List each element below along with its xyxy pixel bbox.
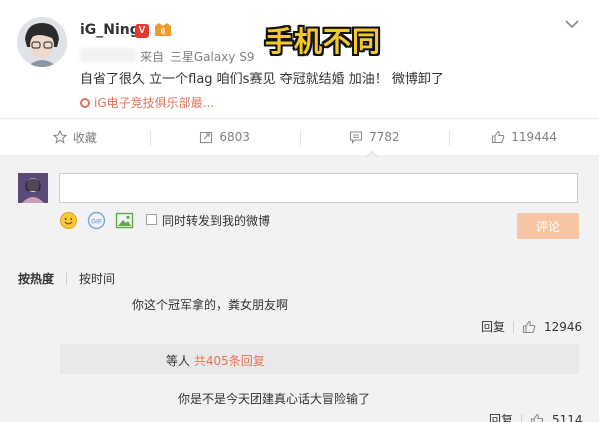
submit-comment-button[interactable]: 评论 [517, 213, 579, 239]
sub-replies-summary: 等人 共405条回复 [166, 352, 265, 369]
comment-text: 你是不是今天团建真心话大冒险输了 [178, 392, 371, 406]
repost-button[interactable]: 6803 [149, 119, 300, 155]
post-tag-label: iG电子竞技俱乐部最... [94, 96, 215, 110]
comment-like-count: 12946 [544, 319, 583, 334]
star-icon [52, 130, 67, 144]
member-level-icon[interactable]: 6 [153, 22, 175, 39]
repost-checkbox[interactable] [146, 214, 157, 225]
post-body: 自省了很久 立一个flag 咱们s赛见 夺冠就结婚 加油！ 微博卸了 [80, 72, 444, 87]
svg-text:GIF: GIF [91, 218, 102, 225]
gif-icon[interactable]: GIF [87, 211, 106, 230]
comment-icon [350, 131, 363, 144]
favorite-label: 收藏 [72, 130, 97, 145]
comment-input[interactable] [59, 173, 578, 203]
thumbs-up-icon[interactable] [530, 413, 544, 422]
reply-button[interactable]: 回复 [481, 318, 505, 335]
composer-toolbar: GIF [59, 211, 134, 230]
blurred-timestamp [80, 48, 136, 62]
emoji-icon[interactable] [59, 211, 78, 230]
sub-replies-prefix: 等人 [166, 354, 191, 368]
like-count: 119444 [511, 130, 558, 144]
post-topic-tag[interactable]: iG电子竞技俱乐部最... [80, 94, 214, 111]
post-source: 来自 三星Galaxy S9 [140, 48, 254, 65]
sort-by-time-tab[interactable]: 按时间 [79, 270, 115, 287]
comment-text: 你这个冠军拿的，粪女朋友啊 [132, 298, 289, 312]
comment-actions: 回复 5114 [489, 411, 583, 422]
verified-badge-icon: V [135, 24, 149, 38]
comment-count: 7782 [369, 130, 400, 144]
repost-icon [200, 131, 213, 144]
thumbs-up-icon [492, 130, 505, 144]
reply-button[interactable]: 回复 [489, 411, 513, 422]
thumbs-up-icon[interactable] [522, 320, 536, 334]
repost-count: 6803 [219, 130, 250, 144]
source-device[interactable]: 三星Galaxy S9 [170, 50, 255, 64]
post-action-bar: 收藏 6803 7782 119444 [0, 118, 599, 156]
comment-actions: 回复 12946 [481, 318, 582, 335]
repost-checkbox-label[interactable]: 同时转发到我的微博 [162, 212, 270, 229]
favorite-button[interactable]: 收藏 [0, 119, 150, 155]
image-icon[interactable] [115, 211, 134, 230]
comment-pointer-caret [366, 150, 378, 158]
overlay-caption: 手机不同 [265, 25, 382, 58]
svg-text:6: 6 [161, 27, 166, 36]
sort-by-hot-tab[interactable]: 按热度 [18, 270, 54, 287]
comment-like-count: 5114 [552, 412, 583, 422]
action-divider [521, 413, 523, 422]
author-avatar[interactable] [17, 17, 67, 67]
current-user-avatar[interactable] [18, 173, 48, 203]
source-prefix: 来自 [140, 50, 165, 64]
action-divider [513, 320, 515, 333]
like-button[interactable]: 119444 [449, 119, 599, 155]
author-username[interactable]: iG_Ning [80, 22, 140, 38]
sub-replies-count-link[interactable]: 共405条回复 [194, 354, 265, 368]
chevron-down-icon[interactable] [563, 17, 581, 31]
sub-replies-box [60, 344, 579, 374]
location-icon [80, 97, 90, 108]
sort-divider [66, 272, 68, 285]
comment-sort-tabs: 按热度 按时间 [18, 270, 115, 287]
